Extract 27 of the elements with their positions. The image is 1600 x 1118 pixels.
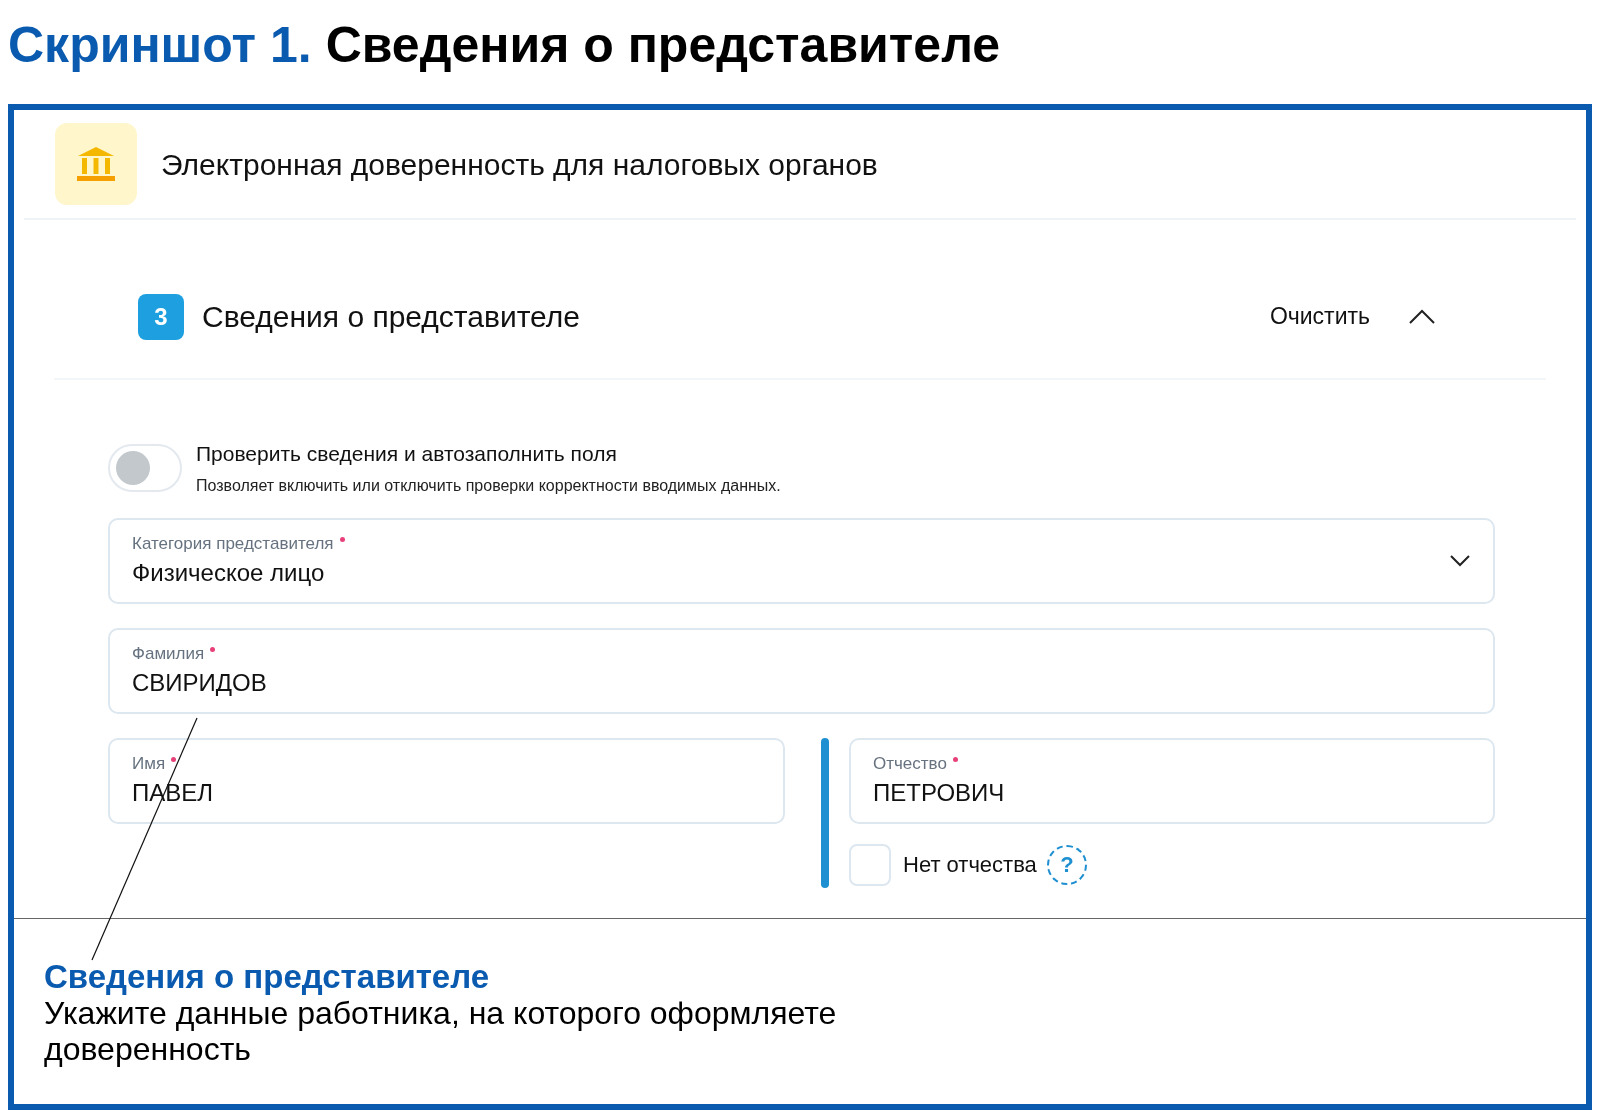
field-value: Физическое лицо xyxy=(132,557,326,588)
figure-label: Скриншот 1. xyxy=(8,20,312,70)
select-field[interactable]: Категория представителя Физическое лицо xyxy=(108,517,1495,604)
chevron-up-icon[interactable] xyxy=(1408,308,1436,325)
input-field[interactable]: Отчество ПЕТРОВИЧ xyxy=(849,737,1495,824)
checkbox[interactable] xyxy=(849,843,891,886)
chevron-down-icon xyxy=(1449,553,1471,568)
callout-text: Укажите данные работника, на которого оформляете доверенность xyxy=(44,995,838,1067)
building-icon xyxy=(55,123,137,205)
step-number: 3 xyxy=(138,293,184,340)
callout-title: Сведения о представителе xyxy=(44,959,491,995)
header-title: Электронная доверенность для налоговых органов xyxy=(161,146,878,183)
input-field[interactable]: Фамилия СВИРИДОВ xyxy=(108,627,1495,714)
toggle-switch[interactable] xyxy=(108,443,182,492)
help-button[interactable]: ? xyxy=(1046,844,1087,885)
section-title: Сведения о представителе xyxy=(202,299,580,335)
clear-button[interactable]: Очистить xyxy=(1269,299,1370,334)
checkbox-label: Нет отчества xyxy=(903,851,1037,879)
figure-title: Сведения о представителе xyxy=(325,20,1001,70)
field-value: ПЕТРОВИЧ xyxy=(873,777,1006,808)
field-value: СВИРИДОВ xyxy=(132,667,268,698)
field-label: Отчество xyxy=(873,752,947,775)
toggle-label: Проверить сведения и автозаполнить поля xyxy=(196,441,618,467)
field-label: Категория представителя xyxy=(132,532,334,555)
field-label: Фамилия xyxy=(132,642,205,665)
field-label: Имя xyxy=(132,752,166,775)
toggle-description: Позволяет включить или отключить проверки корректности вводимых данных. xyxy=(196,475,781,496)
